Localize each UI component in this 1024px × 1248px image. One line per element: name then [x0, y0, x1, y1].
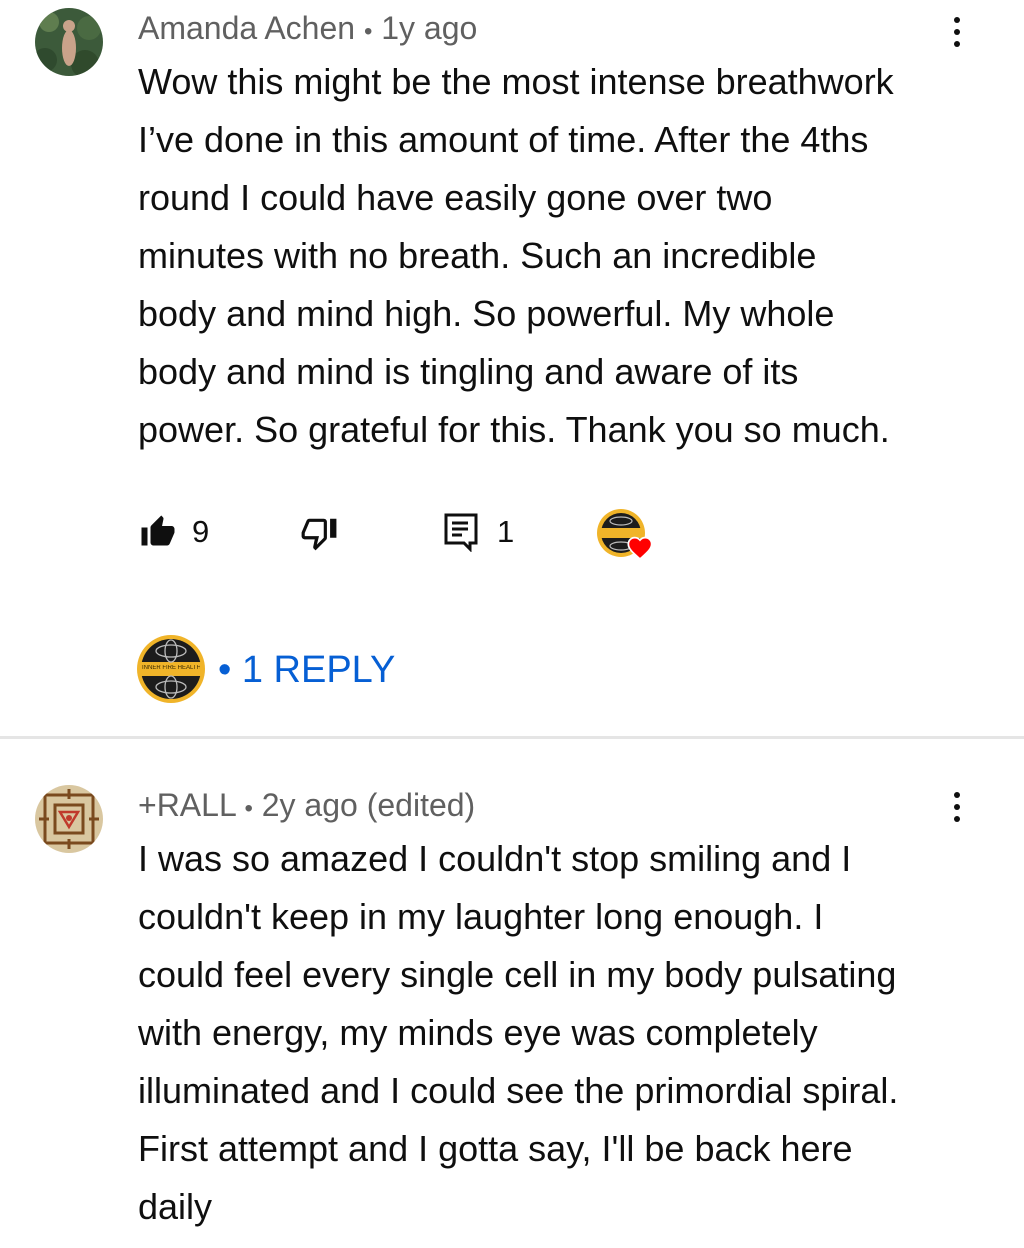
reply-button[interactable]: 1: [443, 512, 514, 552]
reply-comment-icon: [444, 513, 478, 552]
reply-count: 1: [497, 514, 515, 549]
more-vert-icon[interactable]: [940, 10, 974, 54]
more-vert-icon[interactable]: [940, 785, 974, 829]
comment-amanda: Amanda Achen • 1y ago Wow this might be …: [0, 0, 1024, 736]
comment-rall: +RALL • 2y ago (edited) I was so amazed …: [0, 739, 1024, 1248]
dislike-button[interactable]: [300, 514, 338, 552]
view-replies-link[interactable]: • 1 REPLY: [218, 648, 395, 692]
thumbs-up-icon: [141, 515, 175, 546]
creator-reply-avatar[interactable]: INNER FIRE HEALTH: [136, 634, 206, 704]
avatar[interactable]: [35, 8, 103, 76]
comment-time: 1y ago: [381, 10, 478, 46]
like-count: 9: [192, 514, 210, 549]
author-name[interactable]: +RALL: [138, 787, 236, 823]
comment-meta: +RALL • 2y ago (edited): [138, 785, 475, 829]
badge-text: INNER FIRE HEALTH: [142, 665, 200, 671]
comment-time: 2y ago (edited): [261, 787, 476, 823]
meta-separator: •: [363, 18, 373, 45]
comment-text: Wow this might be the most intense breat…: [138, 61, 894, 450]
thumbs-down-icon: [301, 518, 337, 551]
meta-separator: •: [244, 795, 253, 822]
author-name[interactable]: Amanda Achen: [138, 10, 355, 46]
comment-text: I was so amazed I couldn't stop smiling …: [138, 838, 899, 1227]
comment-meta: Amanda Achen • 1y ago: [138, 8, 477, 52]
avatar[interactable]: [35, 785, 103, 853]
like-button[interactable]: 9: [140, 514, 209, 550]
creator-heart: [596, 508, 656, 564]
heart-icon: [627, 536, 653, 560]
